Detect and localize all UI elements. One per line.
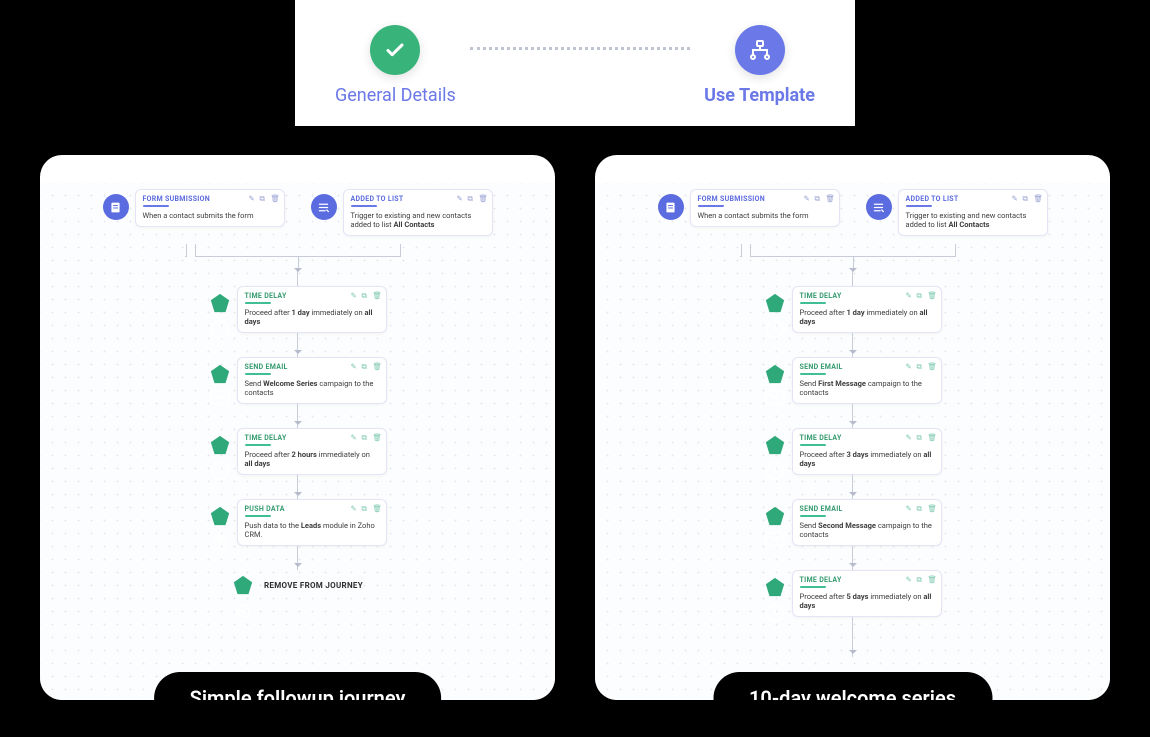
node-desc: Proceed after 2 hours immediately on all… [245,450,370,468]
connector [297,333,298,357]
exit-icon [232,574,254,596]
trigger-form-submission[interactable]: ✎ ⧉ 🗑 FORM SUBMISSION When a contact sub… [103,189,285,236]
trigger-added-to-list[interactable]: ✎⧉🗑 ADDED TO LIST Trigger to existing an… [866,189,1048,236]
node-actions[interactable]: ✎⧉🗑 [906,291,936,299]
mail-icon [764,363,786,385]
step-time-delay[interactable]: ✎⧉🗑 TIME DELAY Proceed after 1 day immed… [764,286,942,333]
node-desc: Send Second Message campaign to the cont… [800,521,932,539]
card-caption: 10-day welcome series [713,672,992,700]
form-icon [658,194,684,220]
step-label: General Details [335,85,456,106]
connector [852,546,853,570]
step-send-email[interactable]: ✎⧉🗑 SEND EMAIL Send First Message campai… [764,357,942,404]
connector [297,546,298,570]
connector [297,404,298,428]
step-general-details[interactable]: General Details [335,25,456,106]
push-icon [209,505,231,527]
node-actions[interactable]: ✎⧉🗑 [351,362,381,370]
list-icon [311,194,337,220]
connector [297,475,298,499]
node-desc: Proceed after 1 day immediately on all d… [800,308,928,326]
node-actions[interactable]: ✎⧉🗑 [351,291,381,299]
clock-icon [764,434,786,456]
template-cards-row: ✎ ⧉ 🗑 FORM SUBMISSION When a contact sub… [40,155,1110,700]
mail-icon [209,363,231,385]
node-desc: Send First Message campaign to the conta… [800,379,922,397]
node-actions[interactable]: ✎⧉🗑 [1012,194,1042,202]
step-time-delay[interactable]: ✎⧉🗑 TIME DELAY Proceed after 3 days imme… [764,428,942,475]
connector [852,475,853,499]
template-card-10day-welcome[interactable]: ✎⧉🗑 FORM SUBMISSION When a contact submi… [595,155,1110,700]
clock-icon [209,434,231,456]
edit-icon: ✎ [457,194,465,202]
step-done-circle [370,25,420,75]
node-actions[interactable]: ✎⧉🗑 [906,433,936,441]
mail-icon [764,505,786,527]
step-send-email[interactable]: ✎⧉🗑 SEND EMAIL Send Second Message campa… [764,499,942,546]
node-desc: Proceed after 5 days immediately on all … [800,592,932,610]
wizard-stepper: General Details Use Template [295,0,855,126]
card-canvas: ✎⧉🗑 FORM SUBMISSION When a contact submi… [595,183,1110,700]
node-desc: When a contact submits the form [698,211,809,220]
delete-icon: 🗑 [271,194,279,202]
connector [852,617,853,657]
node-actions[interactable]: ✎⧉🗑 [351,504,381,512]
form-icon [103,194,129,220]
step-time-delay[interactable]: ✎⧉🗑 TIME DELAY Proceed after 2 hours imm… [209,428,387,475]
node-desc: Trigger to existing and new contacts add… [351,211,472,229]
step-time-delay[interactable]: ✎⧉🗑 TIME DELAY Proceed after 5 days imme… [764,570,942,617]
copy-icon: ⧉ [260,194,268,202]
card-canvas: ✎ ⧉ 🗑 FORM SUBMISSION When a contact sub… [40,183,555,700]
clock-icon [764,292,786,314]
node-actions[interactable]: ✎⧉🗑 [804,194,834,202]
template-icon [748,38,772,62]
step-push-data[interactable]: ✎⧉🗑 PUSH DATA Push data to the Leads mod… [209,499,387,546]
connector [852,333,853,357]
step-remove-from-journey[interactable]: REMOVE FROM JOURNEY [232,574,363,596]
end-label: REMOVE FROM JOURNEY [264,581,363,590]
node-desc: Proceed after 1 day immediately on all d… [245,308,373,326]
node-actions[interactable]: ✎⧉🗑 [906,575,936,583]
step-time-delay[interactable]: ✎⧉🗑 TIME DELAY Proceed after 1 day immed… [209,286,387,333]
stepper-connector [470,47,690,50]
node-actions[interactable]: ✎ ⧉ 🗑 [249,194,279,202]
node-actions[interactable]: ✎⧉🗑 [906,504,936,512]
node-desc: Trigger to existing and new contacts add… [906,211,1027,229]
node-desc: Send Welcome Series campaign to the cont… [245,379,374,397]
step-active-circle [735,25,785,75]
connector [185,244,411,268]
node-desc: Proceed after 3 days immediately on all … [800,450,932,468]
node-actions[interactable]: ✎⧉🗑 [351,433,381,441]
list-icon [866,194,892,220]
check-icon [383,38,407,62]
connector [852,404,853,428]
card-caption: Simple followup journey [154,672,442,700]
step-label: Use Template [704,85,815,106]
node-desc: When a contact submits the form [143,211,254,220]
edit-icon: ✎ [249,194,257,202]
trigger-form-submission[interactable]: ✎⧉🗑 FORM SUBMISSION When a contact submi… [658,189,840,236]
clock-icon [764,576,786,598]
step-use-template[interactable]: Use Template [704,25,815,106]
step-send-email[interactable]: ✎⧉🗑 SEND EMAIL Send Welcome Series campa… [209,357,387,404]
template-card-simple-followup[interactable]: ✎ ⧉ 🗑 FORM SUBMISSION When a contact sub… [40,155,555,700]
connector [740,244,966,268]
copy-icon: ⧉ [468,194,476,202]
node-actions[interactable]: ✎⧉🗑 [906,362,936,370]
node-actions[interactable]: ✎ ⧉ 🗑 [457,194,487,202]
clock-icon [209,292,231,314]
trigger-added-to-list[interactable]: ✎ ⧉ 🗑 ADDED TO LIST Trigger to existing … [311,189,493,236]
delete-icon: 🗑 [479,194,487,202]
node-desc: Push data to the Leads module in Zoho CR… [245,521,375,539]
